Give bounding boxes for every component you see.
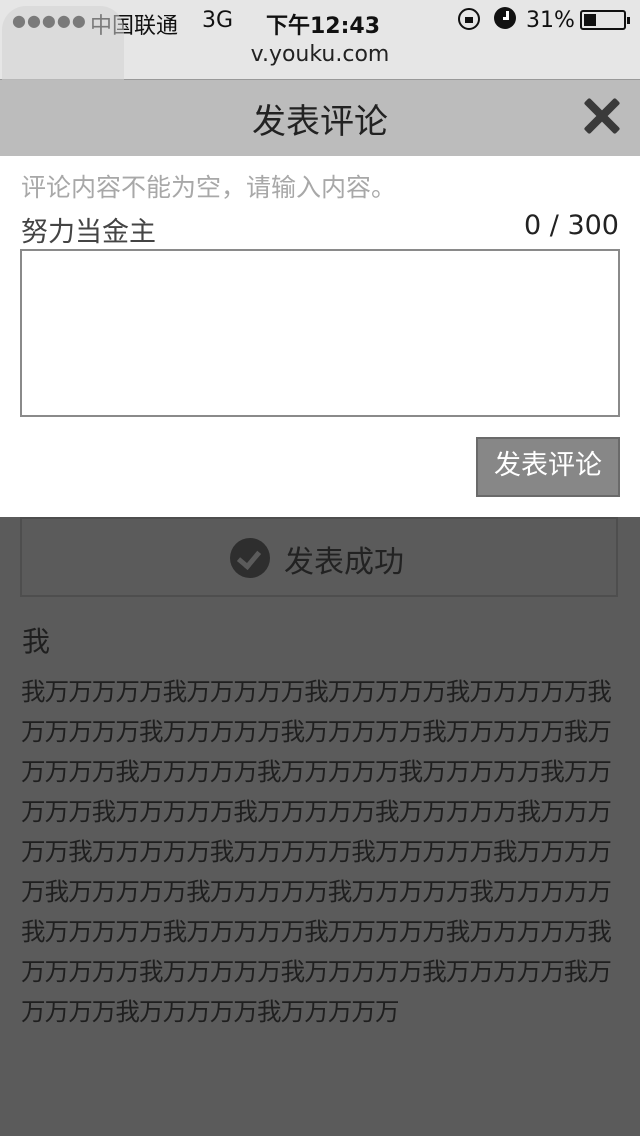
comment-body: 我万万万万万我万万万万万我万万万万万我万万万万万我万万万万万我万万万万万我万万万… bbox=[21, 677, 612, 1026]
status-time: 下午12:43 bbox=[266, 14, 381, 39]
network-type: 3G bbox=[202, 8, 234, 33]
url-text: v.youku.com bbox=[250, 42, 390, 67]
username-label: 努力当金主 bbox=[21, 217, 156, 248]
rotation-lock-icon bbox=[458, 8, 480, 30]
dialog-header: 发表评论 bbox=[0, 80, 640, 156]
success-banner: 发表成功 bbox=[20, 517, 618, 597]
comment-author: 我 bbox=[22, 625, 51, 658]
close-icon[interactable] bbox=[582, 96, 622, 136]
comment-input[interactable] bbox=[20, 249, 620, 417]
error-message: 评论内容不能为空，请输入内容。 bbox=[21, 173, 397, 202]
submit-comment-button[interactable]: 发表评论 bbox=[476, 437, 620, 497]
dialog-title: 发表评论 bbox=[252, 102, 388, 142]
battery-percent: 31% bbox=[526, 8, 575, 33]
char-counter: 0 / 300 bbox=[524, 210, 619, 241]
alarm-icon bbox=[494, 7, 516, 29]
success-message: 发表成功 bbox=[284, 545, 404, 580]
comment-panel: 评论内容不能为空，请输入内容。 努力当金主 0 / 300 发表评论 bbox=[0, 156, 640, 517]
battery-icon bbox=[580, 10, 630, 30]
check-circle-icon bbox=[230, 538, 270, 578]
